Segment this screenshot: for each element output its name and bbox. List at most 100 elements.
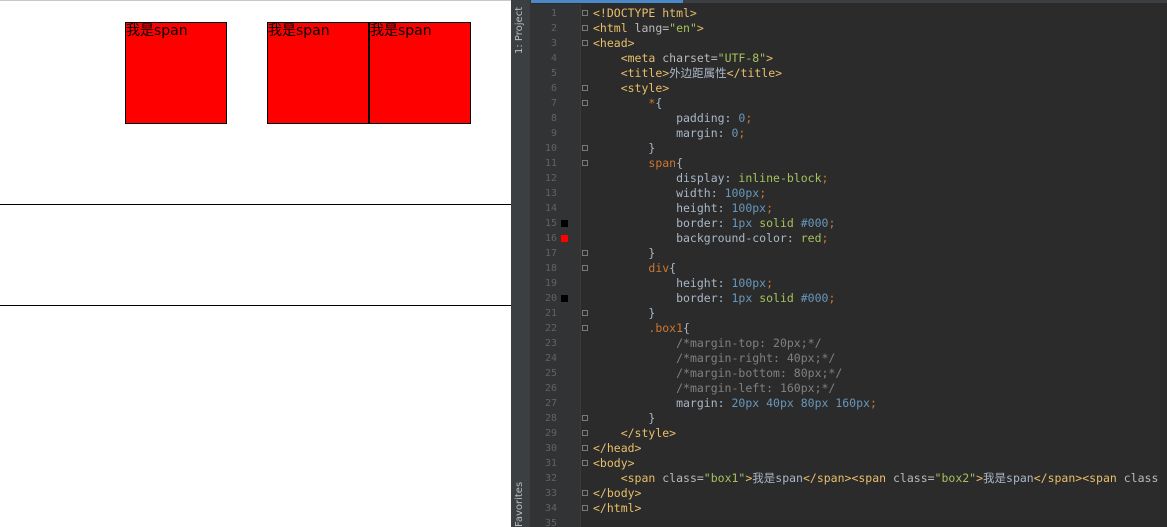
code-token: margin: [593, 396, 732, 410]
code-line[interactable]: 26 /*margin-left: 160px;*/ [531, 381, 1167, 396]
code-line[interactable]: 27 margin: 20px 40px 80px 160px; [531, 396, 1167, 411]
editor-tab-bar [683, 0, 1167, 3]
project-tool-tab[interactable]: 1: Project [514, 2, 528, 54]
fold-marker-icon[interactable] [582, 490, 588, 496]
code-line[interactable]: 31 <body> [531, 456, 1167, 471]
code-line[interactable]: 20 border: 1px solid #000; [531, 291, 1167, 306]
code-token: div [648, 261, 670, 275]
code-token: charset= [662, 51, 718, 65]
code-line[interactable]: 15 border: 1px solid #000; [531, 216, 1167, 231]
fold-marker-icon[interactable] [582, 415, 588, 421]
code-line[interactable]: 9 margin: 0; [531, 126, 1167, 141]
fold-marker-icon[interactable] [582, 250, 588, 256]
code-line[interactable]: 2 <html lang="en"> [531, 21, 1167, 36]
fold-marker-icon[interactable] [582, 85, 588, 91]
fold-marker-icon[interactable] [582, 100, 588, 106]
code-line[interactable]: 22 .box1{ [531, 321, 1167, 336]
active-editor-tab-indicator[interactable] [531, 0, 683, 3]
line-number: 14 [544, 203, 557, 214]
code-token: margin: [593, 126, 732, 140]
code-token: ; [828, 216, 836, 230]
line-number: 25 [544, 368, 557, 379]
fold-marker-icon[interactable] [582, 10, 588, 16]
code-token: "box1" [703, 471, 746, 485]
code-line[interactable]: 19 height: 100px; [531, 276, 1167, 291]
fold-marker-icon[interactable] [582, 145, 588, 151]
code-token: </style> [620, 426, 677, 440]
line-number: 9 [550, 128, 557, 139]
code-line[interactable]: 11 span{ [531, 156, 1167, 171]
code-token: span [648, 156, 677, 170]
code-text: </style> [593, 426, 676, 441]
code-line[interactable]: 18 div{ [531, 261, 1167, 276]
code-line[interactable]: 24 /*margin-right: 40px;*/ [531, 351, 1167, 366]
fold-marker-icon[interactable] [582, 325, 588, 331]
code-token: #000 [800, 291, 829, 305]
code-line[interactable]: 3 <head> [531, 36, 1167, 51]
fold-marker-icon[interactable] [582, 445, 588, 451]
code-token: ; [821, 171, 829, 185]
code-text-area[interactable]: 1 <!DOCTYPE html> 2 <html lang="en"> 3 <head>… [531, 6, 1167, 527]
code-token: .box1 [648, 321, 684, 335]
browser-preview: 我是span 我是span 我是span [0, 0, 511, 527]
code-text: display: inline-block; [593, 171, 828, 186]
code-line[interactable]: 16 background-color: red; [531, 231, 1167, 246]
code-token: ; [745, 111, 753, 125]
code-line[interactable]: 7 *{ [531, 96, 1167, 111]
preview-span-box3: 我是span [369, 22, 471, 124]
line-number: 24 [544, 353, 557, 364]
code-line[interactable]: 34 </html> [531, 501, 1167, 516]
fold-marker-icon[interactable] [582, 460, 588, 466]
code-line[interactable]: 13 width: 100px; [531, 186, 1167, 201]
code-line[interactable]: 17 } [531, 246, 1167, 261]
code-line[interactable]: 35 [531, 516, 1167, 527]
code-token: "box2" [934, 471, 977, 485]
code-token: solid [759, 216, 801, 230]
line-number: 27 [544, 398, 557, 409]
code-token: padding: [593, 111, 739, 125]
preview-div-box [0, 204, 511, 306]
color-swatch-icon[interactable] [561, 220, 568, 227]
line-number: 28 [544, 413, 557, 424]
code-line[interactable]: 6 <style> [531, 81, 1167, 96]
color-swatch-icon[interactable] [561, 295, 568, 302]
code-line[interactable]: 32 <span class="box1">我是span</span><span… [531, 471, 1167, 486]
fold-marker-icon[interactable] [582, 160, 588, 166]
code-line[interactable]: 21 } [531, 306, 1167, 321]
code-line[interactable]: 12 display: inline-block; [531, 171, 1167, 186]
code-text: <span class="box1">我是span</span><span cl… [593, 471, 1159, 486]
code-token: class [1123, 471, 1159, 485]
line-number: 4 [550, 53, 557, 64]
favorites-tool-tab[interactable]: Favorites [514, 481, 528, 527]
color-swatch-icon[interactable] [561, 235, 568, 242]
code-token: </title> [726, 66, 783, 80]
code-line[interactable]: 30 </head> [531, 441, 1167, 456]
line-number: 31 [544, 458, 557, 469]
line-number: 33 [544, 488, 557, 499]
code-line[interactable]: 33 </body> [531, 486, 1167, 501]
code-line[interactable]: 1 <!DOCTYPE html> [531, 6, 1167, 21]
fold-marker-icon[interactable] [582, 265, 588, 271]
code-token: inline-block [738, 171, 822, 185]
code-line[interactable]: 4 <meta charset="UTF-8"> [531, 51, 1167, 66]
code-line[interactable]: 8 padding: 0; [531, 111, 1167, 126]
code-token: class= [893, 471, 935, 485]
code-line[interactable]: 23 /*margin-top: 20px;*/ [531, 336, 1167, 351]
fold-marker-icon[interactable] [582, 40, 588, 46]
code-text: padding: 0; [593, 111, 752, 126]
code-line[interactable]: 29 </style> [531, 426, 1167, 441]
fold-marker-icon[interactable] [582, 505, 588, 511]
fold-marker-icon[interactable] [582, 430, 588, 436]
code-token: } [593, 411, 656, 425]
fold-marker-icon[interactable] [582, 25, 588, 31]
line-number: 34 [544, 503, 557, 514]
code-line[interactable]: 10 } [531, 141, 1167, 156]
code-line[interactable]: 25 /*margin-bottom: 80px;*/ [531, 366, 1167, 381]
code-line[interactable]: 14 height: 100px; [531, 201, 1167, 216]
line-number: 2 [550, 23, 557, 34]
code-line[interactable]: 28 } [531, 411, 1167, 426]
code-line[interactable]: 5 <title>外边距属性</title> [531, 66, 1167, 81]
fold-marker-icon[interactable] [582, 310, 588, 316]
code-text: div{ [593, 261, 676, 276]
